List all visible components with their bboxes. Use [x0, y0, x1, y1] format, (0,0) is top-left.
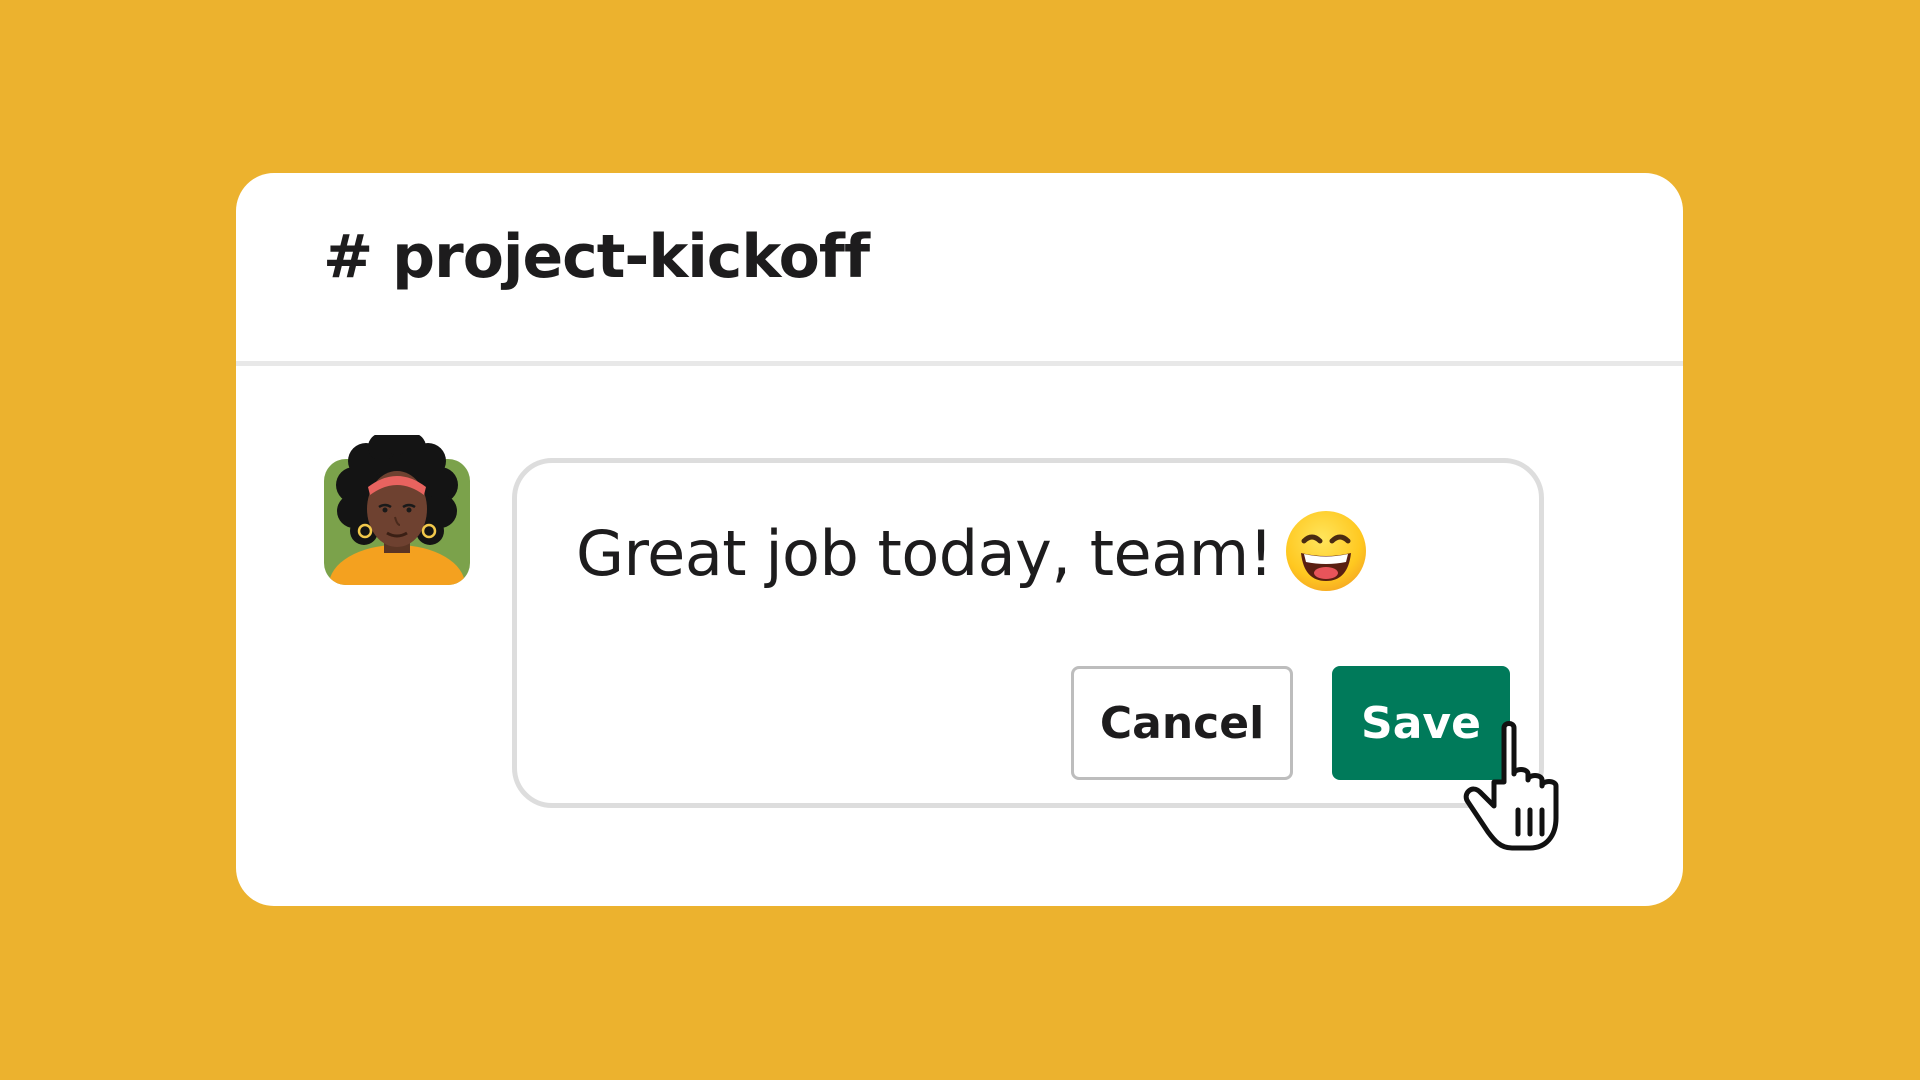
hand-pointer-cursor-icon [1463, 721, 1559, 851]
grinning-face-emoji-icon [1286, 511, 1366, 591]
channel-title: # project-kickoff [323, 222, 870, 292]
message-editor[interactable]: Great job today, team! Cancel Save [512, 458, 1544, 808]
cancel-button[interactable]: Cancel [1071, 666, 1293, 780]
message-text[interactable]: Great job today, team! [576, 523, 1273, 585]
user-avatar[interactable] [324, 435, 470, 585]
header-divider [236, 361, 1683, 366]
